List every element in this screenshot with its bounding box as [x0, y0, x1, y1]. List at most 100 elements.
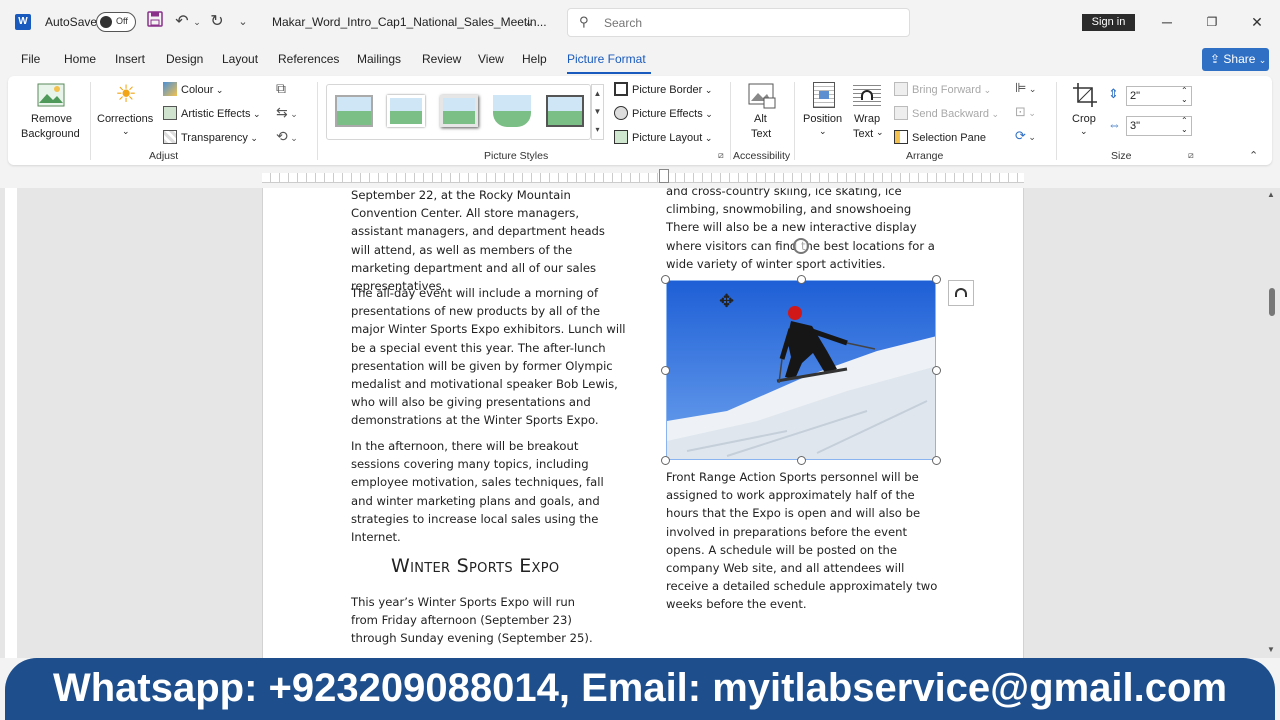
size-launcher-icon[interactable]: ⧄: [1188, 150, 1194, 161]
transparency-button[interactable]: Transparency ⌄: [163, 130, 258, 144]
picture-style-2[interactable]: [387, 95, 425, 127]
share-label: Share: [1223, 52, 1256, 66]
search-input[interactable]: [604, 14, 894, 32]
save-icon[interactable]: [146, 11, 164, 33]
bring-forward-dropdown-icon: ⌄: [981, 85, 992, 95]
vertical-ruler[interactable]: [5, 188, 17, 658]
tab-insert[interactable]: Insert: [115, 52, 145, 66]
gallery-down-icon[interactable]: ▼: [592, 103, 603, 121]
undo-icon[interactable]: ↶: [173, 11, 191, 33]
scroll-down-icon[interactable]: ▼: [1267, 645, 1275, 654]
redo-icon[interactable]: ↻: [208, 11, 226, 33]
scroll-up-icon[interactable]: ▲: [1267, 190, 1275, 199]
close-icon[interactable]: ✕: [1245, 10, 1269, 34]
search-icon: ⚲: [579, 14, 589, 29]
skier-picture[interactable]: [666, 280, 936, 460]
resize-handle-top-right[interactable]: [932, 275, 941, 284]
resize-handle-bottom[interactable]: [797, 456, 806, 465]
height-spinner-icon[interactable]: ⌃ ⌄: [1181, 86, 1188, 104]
horizontal-ruler[interactable]: [262, 169, 1024, 183]
resize-handle-bottom-left[interactable]: [661, 456, 670, 465]
resize-handle-bottom-right[interactable]: [932, 456, 941, 465]
tab-view[interactable]: View: [478, 52, 504, 66]
width-field[interactable]: 3" ⌃ ⌄: [1126, 116, 1192, 136]
arrange-group-label: Arrange: [906, 150, 944, 162]
reset-picture-icon[interactable]: ⟲ ⌄: [276, 128, 298, 145]
colour-icon: [163, 82, 177, 96]
tab-picture-format[interactable]: Picture Format: [567, 52, 646, 66]
document-title[interactable]: Makar_Word_Intro_Cap1_National_Sales_Mee…: [272, 15, 547, 29]
tab-layout[interactable]: Layout: [222, 52, 258, 66]
autosave-toggle[interactable]: Off: [96, 12, 136, 32]
wrap-text-label-1: Wrap: [854, 113, 881, 125]
compress-pictures-icon[interactable]: ⧉: [276, 80, 286, 97]
undo-dropdown-icon[interactable]: ⌄: [192, 11, 202, 33]
sign-in-button[interactable]: Sign in: [1082, 14, 1135, 31]
tab-file[interactable]: File: [21, 52, 40, 66]
tab-home[interactable]: Home: [64, 52, 96, 66]
resize-handle-top[interactable]: [797, 275, 806, 284]
accessibility-group-label: Accessibility: [733, 150, 791, 162]
picture-style-4[interactable]: [493, 95, 531, 127]
change-picture-icon[interactable]: ⇆ ⌄: [276, 104, 298, 121]
transparency-dropdown-icon: ⌄: [247, 133, 258, 143]
artistic-effects-button[interactable]: Artistic Effects ⌄: [163, 106, 261, 120]
picture-style-3[interactable]: [440, 95, 478, 127]
send-backward-button[interactable]: Send Backward ⌄: [894, 106, 999, 120]
send-backward-icon: [894, 106, 908, 120]
rotation-handle-icon[interactable]: [793, 238, 809, 254]
tab-mailings[interactable]: Mailings: [357, 52, 401, 66]
colour-button[interactable]: Colour ⌄: [163, 82, 223, 96]
transparency-icon: [163, 130, 177, 144]
restore-icon[interactable]: ❐: [1200, 10, 1224, 34]
share-button[interactable]: ⇪ Share ⌄: [1202, 48, 1269, 71]
colour-label: Colour: [181, 84, 214, 96]
search-box[interactable]: ⚲: [567, 8, 910, 37]
title-dropdown-icon[interactable]: ⌄: [522, 11, 536, 33]
collapse-ribbon-icon[interactable]: ⌃: [1249, 149, 1258, 162]
col1-paragraph-4: This year’s Winter Sports Expo will run …: [351, 595, 593, 646]
resize-handle-top-left[interactable]: [661, 275, 670, 284]
colour-dropdown-icon: ⌄: [213, 85, 224, 95]
layout-options-icon[interactable]: [948, 280, 974, 306]
width-spinner-icon[interactable]: ⌃ ⌄: [1181, 116, 1188, 134]
vertical-scrollbar[interactable]: ▲ ▼: [1264, 190, 1278, 655]
gallery-scroll[interactable]: ▲ ▼ ▾: [591, 84, 604, 140]
picture-border-button[interactable]: Picture Border ⌄: [614, 82, 712, 96]
picture-style-5[interactable]: [546, 95, 584, 127]
picture-styles-gallery[interactable]: [326, 84, 591, 140]
minimize-icon[interactable]: ─: [1155, 10, 1179, 34]
gallery-more-icon[interactable]: ▾: [592, 121, 603, 139]
send-backward-dropdown-icon: ⌄: [989, 109, 1000, 119]
toggle-knob: [100, 16, 112, 28]
scrollbar-thumb[interactable]: [1269, 288, 1275, 316]
picture-border-label: Picture Border: [632, 84, 703, 96]
tab-review[interactable]: Review: [422, 52, 461, 66]
gallery-up-icon[interactable]: ▲: [592, 85, 603, 103]
align-icon[interactable]: ⊫ ⌄: [1015, 80, 1036, 96]
contact-banner: Whatsapp: +923209088014, Email: myitlabs…: [5, 658, 1275, 720]
picture-style-1[interactable]: [335, 95, 373, 127]
size-group-label: Size: [1111, 150, 1132, 162]
tab-design[interactable]: Design: [166, 52, 203, 66]
height-field[interactable]: 2" ⌃ ⌄: [1126, 86, 1192, 106]
picture-layout-button[interactable]: Picture Layout ⌄: [614, 130, 712, 144]
group-icon[interactable]: ⊡ ⌄: [1015, 104, 1036, 120]
picture-effects-button[interactable]: Picture Effects ⌄: [614, 106, 713, 120]
tab-references[interactable]: References: [278, 52, 339, 66]
selection-pane-button[interactable]: Selection Pane: [894, 130, 986, 144]
resize-handle-right[interactable]: [932, 366, 941, 375]
bring-forward-button[interactable]: Bring Forward ⌄: [894, 82, 991, 96]
col1-paragraph-2: The all-day event will include a morning…: [351, 286, 626, 428]
tab-help[interactable]: Help: [522, 52, 547, 66]
resize-handle-left[interactable]: [661, 366, 670, 375]
selection-pane-icon: [894, 130, 908, 144]
indent-marker-icon[interactable]: [659, 169, 669, 183]
customize-toolbar-icon[interactable]: ⌄: [236, 11, 250, 33]
width-value: 3": [1130, 120, 1141, 132]
rotate-icon[interactable]: ⟳ ⌄: [1015, 128, 1036, 144]
document-page[interactable]: September 22, at the Rocky Mountain Conv…: [262, 188, 1024, 658]
send-backward-label: Send Backward: [912, 108, 990, 120]
height-icon: ⇕: [1108, 86, 1119, 101]
format-picture-launcher-icon[interactable]: ⧄: [718, 150, 724, 161]
